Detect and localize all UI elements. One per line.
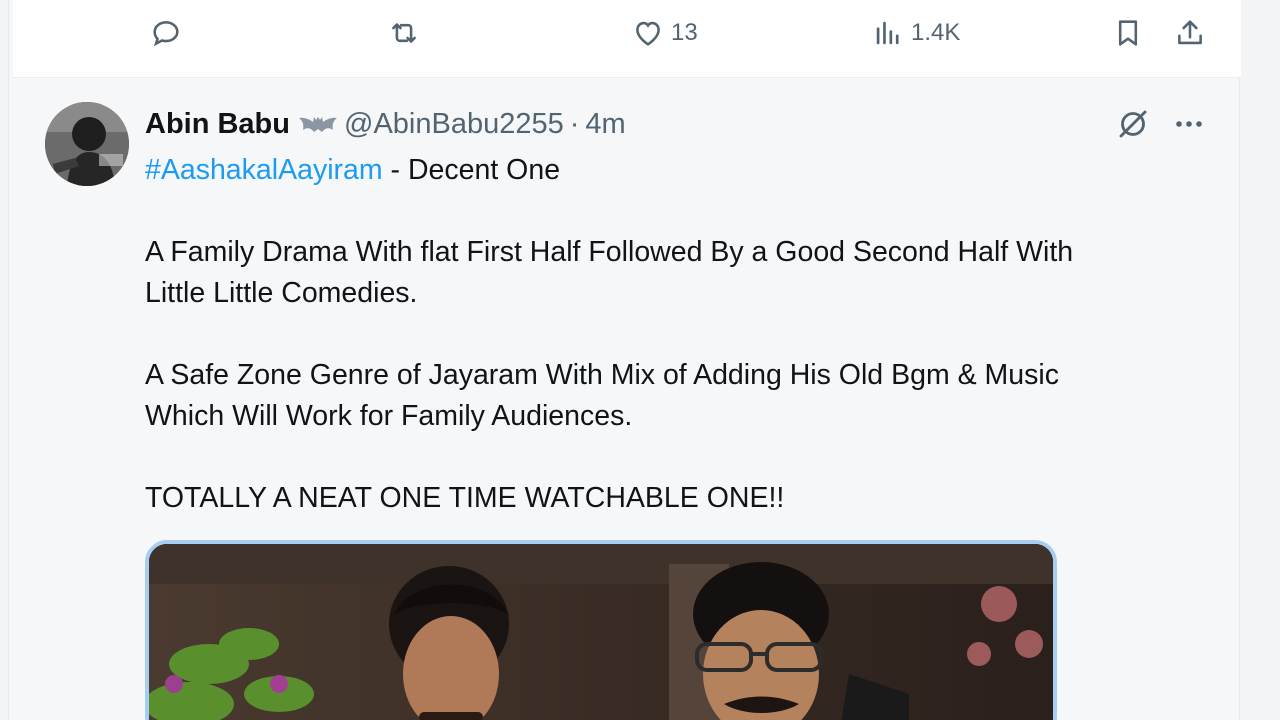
tweet-title-line: #AashakalAayiram - Decent One [145,150,1205,191]
more-options-button[interactable] [1169,106,1209,142]
more-icon [1176,121,1202,127]
retweet-button[interactable] [387,14,427,52]
author-name[interactable]: Abin Babu [145,108,290,141]
author-handle[interactable]: @AbinBabu2255 [344,108,564,141]
views-icon [876,21,899,45]
hashtag-link[interactable]: #AashakalAayiram [145,154,383,186]
paragraph-2-line-2: Which Will Work for Family Audiences. [145,400,633,432]
share-button[interactable] [1173,14,1207,52]
retweet-icon [392,23,416,43]
avatar-image [45,102,129,186]
bookmark-button[interactable] [1111,14,1145,52]
paragraph-1-line-2: Little Little Comedies. [145,277,418,309]
movie-still-image [149,544,1053,720]
share-icon [1178,20,1202,45]
title-suffix: - Decent One [382,154,561,186]
paragraph-2-line-1: A Safe Zone Genre of Jayaram With Mix of… [145,359,1059,391]
like-icon [636,21,660,46]
tweet-timestamp[interactable]: 4m [585,108,625,141]
bat-badge-icon [298,112,338,136]
paragraph-3: TOTALLY A NEAT ONE TIME WATCHABLE ONE!! [145,482,785,514]
bookmark-icon [1118,20,1138,46]
tweet-media-image[interactable] [145,540,1057,720]
previous-tweet-action-bar: 13 1.4K [13,0,1241,78]
tweet-text: #AashakalAayiram - Decent One A Family D… [145,150,1205,519]
paragraph-1-line-1: A Family Drama With flat First Half Foll… [145,236,1074,268]
tweet[interactable]: Abin Babu @AbinBabu2255 · 4m #AashakalAa… [9,78,1241,720]
header-separator: · [569,107,580,140]
reply-icon [153,21,179,47]
reply-button[interactable] [149,14,189,52]
avatar[interactable] [45,102,129,186]
grok-button[interactable] [1115,106,1151,142]
grok-icon [1119,110,1147,138]
views-button[interactable]: 1.4K [871,14,960,52]
tweet-header: Abin Babu @AbinBabu2255 · 4m [145,104,626,144]
like-button[interactable]: 13 [631,14,698,52]
timeline: 13 1.4K Abin Babu @AbinBabu2255 · 4m #Aa… [8,0,1241,720]
